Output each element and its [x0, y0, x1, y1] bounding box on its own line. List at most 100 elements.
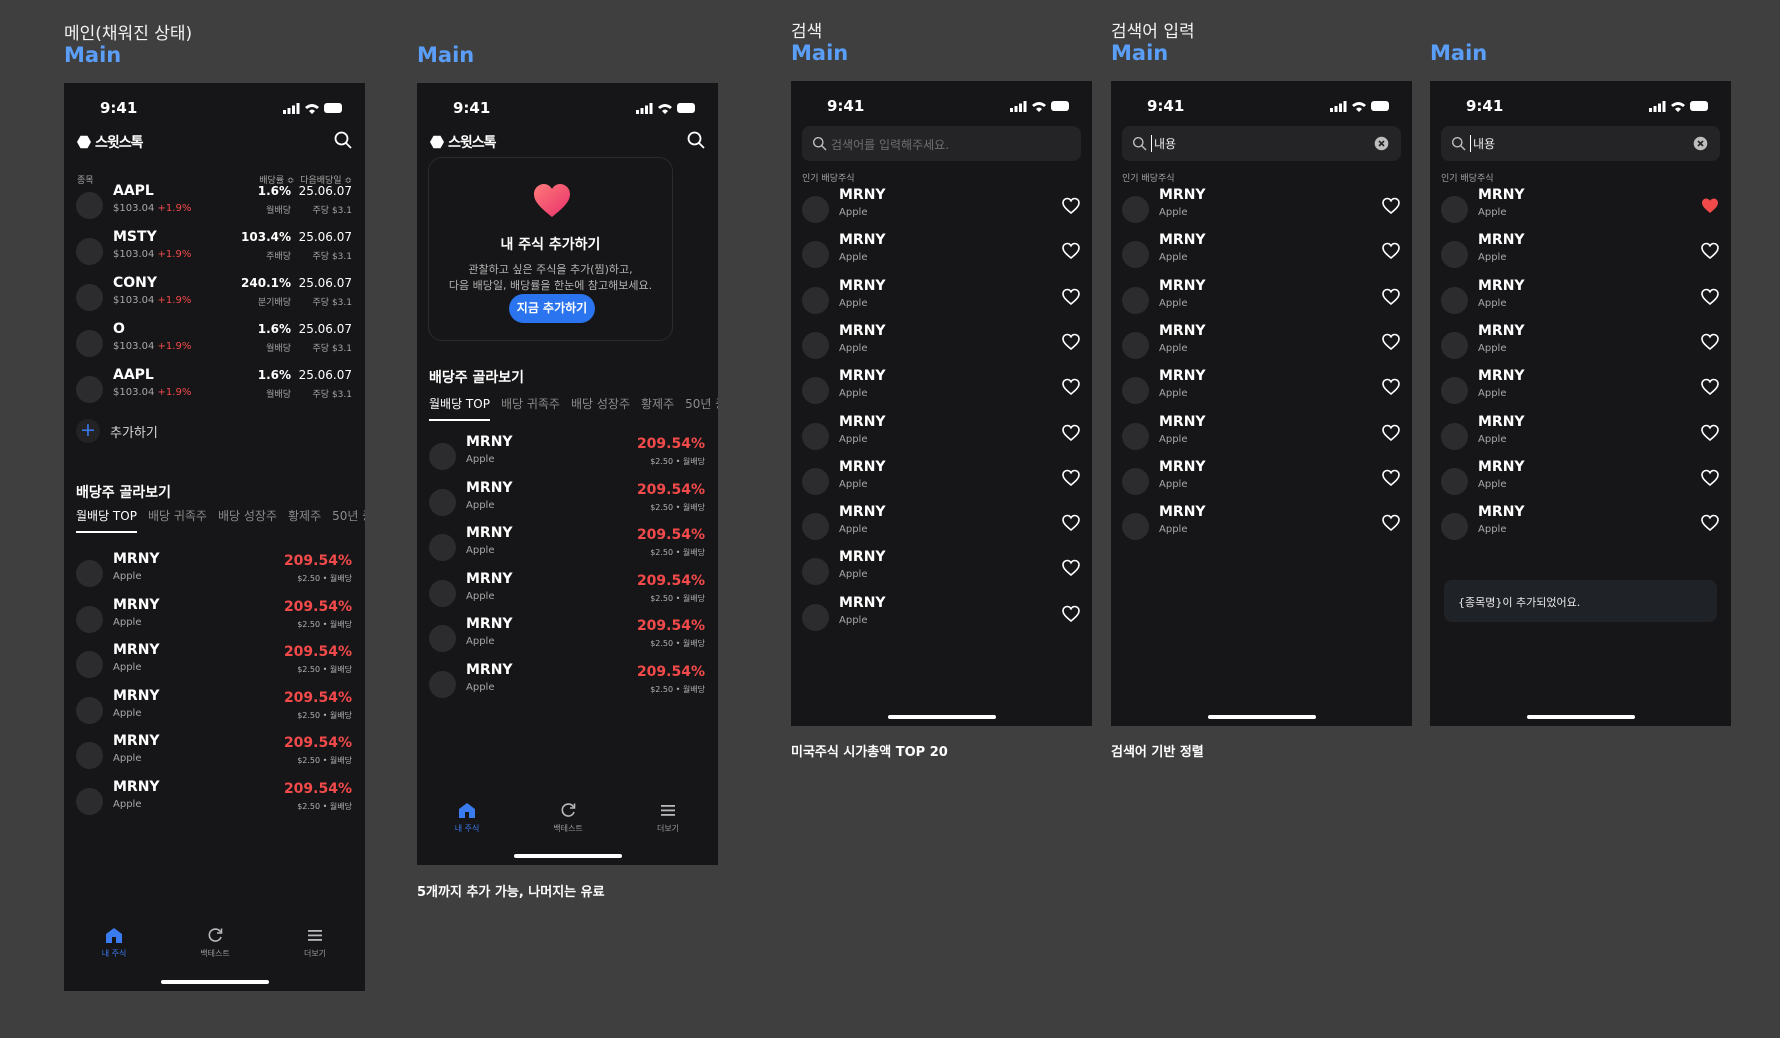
heart-outline-icon[interactable]	[1061, 513, 1081, 533]
add-stock-button[interactable]: + 추가하기	[76, 419, 158, 443]
heart-filled-icon[interactable]	[1700, 196, 1720, 216]
search-result-row[interactable]: MRNY Apple	[1441, 414, 1720, 462]
search-result-row[interactable]: MRNY Apple	[802, 549, 1081, 597]
search-result-row[interactable]: MRNY Apple	[802, 232, 1081, 280]
heart-outline-icon[interactable]	[1381, 287, 1401, 307]
dividend-row[interactable]: MRNY Apple 209.54% $2.50 • 월배당	[429, 616, 705, 664]
search-result-row[interactable]: MRNY Apple	[802, 459, 1081, 507]
heart-outline-icon[interactable]	[1700, 468, 1720, 488]
watchlist-row[interactable]: AAPL $103.04 +1.9% 1.6% 월배당 25.06.07 주당 $3.1	[76, 183, 352, 231]
dividend-row[interactable]: MRNY Apple 209.54% $2.50 • 월배당	[76, 642, 352, 690]
nav-item-home[interactable]: 내 주식	[84, 926, 144, 959]
search-result-row[interactable]: MRNY Apple	[1441, 323, 1720, 371]
tab-category[interactable]: 황제주	[288, 507, 321, 533]
avatar	[429, 443, 456, 470]
search-result-row[interactable]: MRNY Apple	[802, 504, 1081, 552]
heart-outline-icon[interactable]	[1700, 332, 1720, 352]
search-result-row[interactable]: MRNY Apple	[1441, 187, 1720, 235]
dividend-row[interactable]: MRNY Apple 209.54% $2.50 • 월배당	[76, 688, 352, 736]
watchlist-row[interactable]: MSTY $103.04 +1.9% 103.4% 주배당 25.06.07 주당 $3.…	[76, 229, 352, 277]
search-result-row[interactable]: MRNY Apple	[1122, 323, 1401, 371]
search-result-row[interactable]: MRNY Apple	[1122, 504, 1401, 552]
search-result-row[interactable]: MRNY Apple	[1122, 232, 1401, 280]
heart-outline-icon[interactable]	[1381, 423, 1401, 443]
tab-category[interactable]: 월배당 TOP	[76, 507, 137, 533]
tab-category[interactable]: 월배당 TOP	[429, 395, 490, 421]
heart-outline-icon[interactable]	[1700, 377, 1720, 397]
tab-category[interactable]: 50년 증	[332, 507, 365, 533]
heart-outline-icon[interactable]	[1061, 332, 1081, 352]
heart-outline-icon[interactable]	[1061, 196, 1081, 216]
tab-category[interactable]: 배당 귀족주	[501, 395, 560, 421]
heart-outline-icon[interactable]	[1381, 241, 1401, 261]
heart-outline-icon[interactable]	[1061, 423, 1081, 443]
heart-outline-icon[interactable]	[1061, 377, 1081, 397]
search-result-row[interactable]: MRNY Apple	[802, 595, 1081, 643]
dividend-row[interactable]: MRNY Apple 209.54% $2.50 • 월배당	[429, 480, 705, 528]
search-icon[interactable]	[333, 130, 353, 150]
watchlist-row[interactable]: O $103.04 +1.9% 1.6% 월배당 25.06.07 주당 $3.1	[76, 321, 352, 369]
search-result-row[interactable]: MRNY Apple	[802, 278, 1081, 326]
search-icon[interactable]	[686, 130, 706, 150]
dividend-row[interactable]: MRNY Apple 209.54% $2.50 • 월배당	[76, 597, 352, 645]
dividend-row[interactable]: MRNY Apple 209.54% $2.50 • 월배당	[76, 551, 352, 599]
watchlist-row[interactable]: CONY $103.04 +1.9% 240.1% 분기배당 25.06.07 주당 $3…	[76, 275, 352, 323]
dividend-row[interactable]: MRNY Apple 209.54% $2.50 • 월배당	[76, 733, 352, 781]
tab-category[interactable]: 배당 성장주	[218, 507, 277, 533]
add-now-button[interactable]: 지금 추가하기	[509, 294, 595, 323]
tab-category[interactable]: 배당 성장주	[571, 395, 630, 421]
search-result-row[interactable]: MRNY Apple	[1122, 414, 1401, 462]
heart-outline-icon[interactable]	[1061, 604, 1081, 624]
search-result-row[interactable]: MRNY Apple	[802, 414, 1081, 462]
search-result-row[interactable]: MRNY Apple	[802, 323, 1081, 371]
search-input[interactable]: 검색어를 입력해주세요.	[802, 126, 1081, 161]
search-result-row[interactable]: MRNY Apple	[1122, 459, 1401, 507]
search-result-row[interactable]: MRNY Apple	[1122, 278, 1401, 326]
dividend-row[interactable]: MRNY Apple 209.54% $2.50 • 월배당	[429, 525, 705, 573]
heart-outline-icon[interactable]	[1061, 558, 1081, 578]
dividend-row[interactable]: MRNY Apple 209.54% $2.50 • 월배당	[76, 779, 352, 827]
nav-item-menu[interactable]: 더보기	[285, 926, 345, 959]
nav-item-refresh[interactable]: 백테스트	[185, 926, 245, 959]
price-value: $103.04	[113, 203, 155, 214]
tab-category[interactable]: 황제주	[641, 395, 674, 421]
heart-outline-icon[interactable]	[1381, 332, 1401, 352]
heart-outline-icon[interactable]	[1700, 287, 1720, 307]
clear-icon[interactable]	[1374, 136, 1389, 151]
clear-icon[interactable]	[1693, 136, 1708, 151]
watchlist-row[interactable]: AAPL $103.04 +1.9% 1.6% 월배당 25.06.07 주당 $3.1	[76, 367, 352, 415]
search-result-row[interactable]: MRNY Apple	[1441, 232, 1720, 280]
heart-outline-icon[interactable]	[1381, 468, 1401, 488]
tab-category[interactable]: 배당 귀족주	[148, 507, 207, 533]
nav-item-refresh[interactable]: 백테스트	[538, 801, 598, 834]
search-result-row[interactable]: MRNY Apple	[1441, 459, 1720, 507]
heart-outline-icon[interactable]	[1061, 241, 1081, 261]
app-logo[interactable]: 스윗스톡	[77, 132, 144, 152]
search-result-row[interactable]: MRNY Apple	[802, 368, 1081, 416]
heart-outline-icon[interactable]	[1061, 287, 1081, 307]
heart-outline-icon[interactable]	[1061, 468, 1081, 488]
search-result-row[interactable]: MRNY Apple	[1441, 504, 1720, 552]
search-result-row[interactable]: MRNY Apple	[1122, 368, 1401, 416]
dividend-row[interactable]: MRNY Apple 209.54% $2.50 • 월배당	[429, 434, 705, 482]
heart-outline-icon[interactable]	[1381, 377, 1401, 397]
heart-outline-icon[interactable]	[1381, 196, 1401, 216]
heart-outline-icon[interactable]	[1700, 423, 1720, 443]
heart-outline-icon[interactable]	[1700, 513, 1720, 533]
app-logo[interactable]: 스윗스톡	[430, 132, 497, 152]
avatar	[802, 377, 829, 405]
heart-outline-icon[interactable]	[1381, 513, 1401, 533]
search-result-row[interactable]: MRNY Apple	[1122, 187, 1401, 235]
search-input[interactable]: 내용	[1441, 126, 1720, 161]
search-input[interactable]: 내용	[1122, 126, 1401, 161]
dividend-row[interactable]: MRNY Apple 209.54% $2.50 • 월배당	[429, 662, 705, 710]
company-name: Apple	[466, 681, 495, 693]
tab-category[interactable]: 50년 증	[685, 395, 718, 421]
heart-outline-icon[interactable]	[1700, 241, 1720, 261]
search-result-row[interactable]: MRNY Apple	[802, 187, 1081, 235]
nav-item-menu[interactable]: 더보기	[638, 801, 698, 834]
search-result-row[interactable]: MRNY Apple	[1441, 368, 1720, 416]
nav-item-home[interactable]: 내 주식	[437, 801, 497, 834]
dividend-row[interactable]: MRNY Apple 209.54% $2.50 • 월배당	[429, 571, 705, 619]
search-result-row[interactable]: MRNY Apple	[1441, 278, 1720, 326]
